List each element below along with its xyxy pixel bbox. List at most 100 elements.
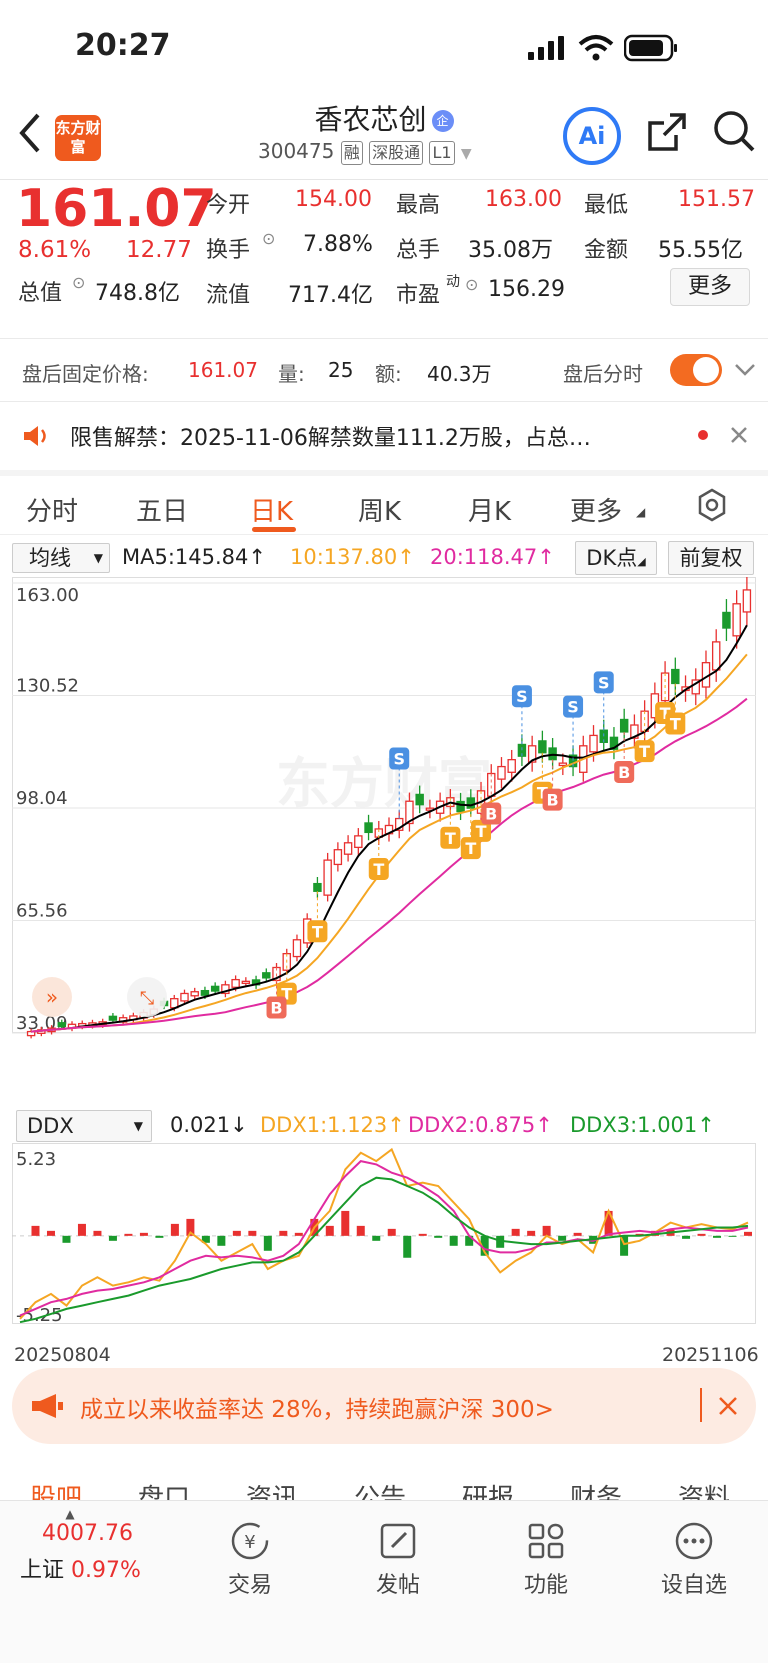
nav-watchlist-label: 设自选 [660,1573,727,1598]
candle-body [343,842,353,855]
cellular-signal-icon [528,36,564,60]
nav-post-label: 发帖 [375,1573,420,1598]
tag-level: L1 [429,141,455,165]
tab-daily-k[interactable]: 日K [250,491,293,528]
ddx-chart[interactable]: 5.23 -5.25 [12,1143,756,1340]
bottom-nav: ▲ 4007.76 上证 0.97% ¥ 交易 发帖 功能 设自选 [0,1500,768,1663]
nav-trade[interactable]: ¥ 交易 [195,1519,305,1599]
indicator-select[interactable]: 均线 ▼ [12,543,110,573]
ddx-bar [527,1230,536,1236]
ma10-legend: 10:137.80↑ [290,545,415,569]
candle-body [313,882,322,892]
info-icon[interactable]: ⊙ [465,275,478,294]
settings-gear-icon[interactable] [694,487,730,523]
candle-body [589,734,598,753]
amount-value: 55.55亿 [658,238,743,263]
ddx-bar [697,1233,706,1236]
ddx-bar [93,1230,102,1236]
y-tick-label: 98.04 [16,788,68,809]
ddx-bar [46,1230,55,1236]
index-ticker[interactable]: ▲ 4007.76 上证 0.97% [20,1507,170,1584]
more-dots-icon [675,1522,713,1560]
candle-body [108,1015,118,1021]
high-label: 最高 [396,193,441,218]
candle-body [466,797,476,809]
adjust-button[interactable]: 前复权 [668,541,754,575]
volume-value: 35.08万 [468,238,553,263]
index-name: 上证 [20,1558,65,1583]
info-icon[interactable]: ⊙ [72,273,85,292]
pe-sup: 动 [446,274,460,290]
ddx-bar [325,1225,334,1236]
close-icon[interactable] [718,1396,738,1416]
pe-value: 156.29 [488,277,565,302]
select-caret-icon: ▼ [93,551,103,565]
ddx-bar [294,1232,303,1236]
candle-body [558,762,568,767]
ddx-bar [558,1235,567,1241]
info-icon[interactable]: ⊙ [262,229,275,248]
candle-body [231,978,240,988]
ddx-bar [511,1228,520,1236]
double-chevron-icon: » [46,985,58,1009]
chevron-down-icon[interactable]: ▼ [461,146,472,162]
ddx-select[interactable]: DDX ▼ [16,1110,152,1142]
ddx-bar [279,1230,288,1236]
ma20-legend: 20:118.47↑ [430,545,555,569]
ddx-bar [713,1235,722,1238]
nav-trade-label: 交易 [227,1573,272,1598]
more-button[interactable]: 更多 [670,268,750,306]
ddx-bar [62,1235,71,1243]
more-caret-icon: ◢ [636,505,646,519]
dk-point-button[interactable]: DK点◢ [575,541,657,575]
indicator-select-label: 均线 [29,546,71,570]
ddx-svg: 5.23-5.25 [12,1143,756,1326]
tab-five-day[interactable]: 五日 [136,491,188,528]
stock-code-row: 300475 融 深股通 L1 ▼ [258,139,472,165]
stock-header: 东方财富 香农芯创 企 300475 融 深股通 L1 ▼ Ai [0,95,768,180]
mktcap-value: 748.8亿 [95,281,180,306]
kline-chart[interactable]: 163.00 130.52 98.04 65.56 33.09 东方财富 T B T T S T T T B… [12,575,756,1102]
ddx-bar [356,1225,365,1236]
candle-body [497,765,506,780]
stock-code: 300475 [258,139,335,163]
y-tick-label: 65.56 [16,901,68,922]
signal-label: T [373,860,384,879]
share-icon[interactable] [646,111,688,153]
candle-body [333,849,343,866]
tab-more[interactable]: 更多 [570,491,622,528]
after-amt-label: 额: [375,362,402,386]
y-tick-label: 130.52 [16,676,79,697]
ddx-bar [573,1232,582,1236]
svg-text:¥: ¥ [244,1532,255,1553]
ddx-bar [387,1228,396,1236]
notice-bar[interactable]: 限售解禁：2025-11-06解禁数量111.2万股，占总… [0,402,768,470]
close-icon[interactable] [730,426,748,444]
grid-icon [528,1523,564,1559]
high-value: 163.00 [485,187,562,212]
candle-body [711,641,721,671]
ai-button[interactable]: Ai [563,107,621,165]
trade-yen-icon: ¥ [231,1522,269,1560]
signal-label: T [639,742,650,761]
chevron-down-icon[interactable] [734,362,756,378]
candle-body [619,718,629,733]
ddx3-legend: DDX3:1.001↑ [570,1113,715,1137]
tab-monthly-k[interactable]: 月K [468,491,511,528]
search-icon[interactable] [712,109,756,155]
candle-body [538,740,547,754]
promo-banner[interactable]: 成立以来收益率达 28%，持续跑赢沪深 300> [12,1368,756,1444]
after-hours-toggle[interactable] [670,354,722,386]
tab-weekly-k[interactable]: 周K [358,491,401,528]
nav-watchlist[interactable]: 设自选 [639,1519,749,1599]
tab-timeshare[interactable]: 分时 [26,491,78,528]
change-pct: 8.61% [18,237,92,263]
candle-body [190,991,199,997]
candle-body [241,980,251,985]
candle-body [722,611,731,629]
signal-label: B [547,791,559,810]
nav-post[interactable]: 发帖 [343,1519,453,1599]
signal-label: B [485,805,497,824]
nav-function[interactable]: 功能 [491,1519,601,1599]
